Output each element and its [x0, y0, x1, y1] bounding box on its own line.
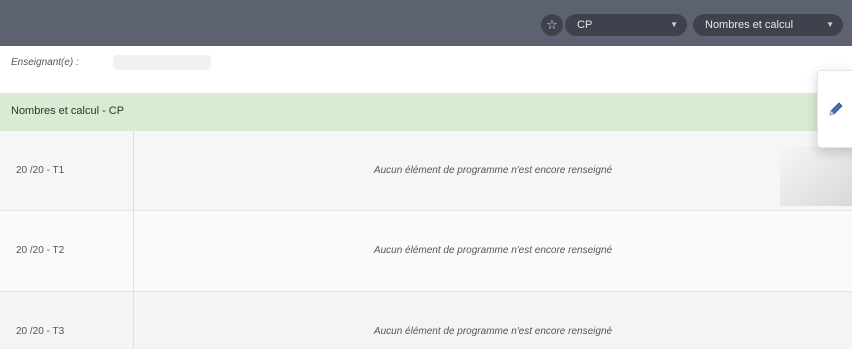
- column-divider: [133, 131, 134, 349]
- star-icon[interactable]: ☆: [541, 14, 563, 36]
- empty-message: Aucun élément de programme n'est encore …: [373, 245, 613, 256]
- card-shadow: [780, 146, 852, 206]
- table-row: [0, 292, 852, 349]
- period-label: 20 /20 - T3: [16, 326, 65, 337]
- section-header: [0, 93, 852, 131]
- level-select-value: CP: [577, 19, 593, 31]
- teacher-name-redacted: [113, 55, 211, 70]
- row-divider: [0, 210, 852, 211]
- chevron-down-icon: ▼: [670, 20, 678, 29]
- period-label: 20 /20 - T1: [16, 165, 65, 176]
- section-title: Nombres et calcul - CP: [11, 105, 125, 117]
- pencil-icon[interactable]: [826, 100, 846, 120]
- domain-select[interactable]: Nombres et calcul ▼: [693, 14, 843, 36]
- level-select[interactable]: CP ▼: [565, 14, 687, 36]
- empty-message: Aucun élément de programme n'est encore …: [373, 165, 613, 176]
- row-divider: [0, 291, 852, 292]
- period-label: 20 /20 - T2: [16, 245, 65, 256]
- teacher-label: Enseignant(e) :: [11, 57, 79, 68]
- empty-message: Aucun élément de programme n'est encore …: [373, 326, 613, 337]
- chevron-down-icon: ▼: [826, 20, 834, 29]
- domain-select-value: Nombres et calcul: [705, 19, 794, 31]
